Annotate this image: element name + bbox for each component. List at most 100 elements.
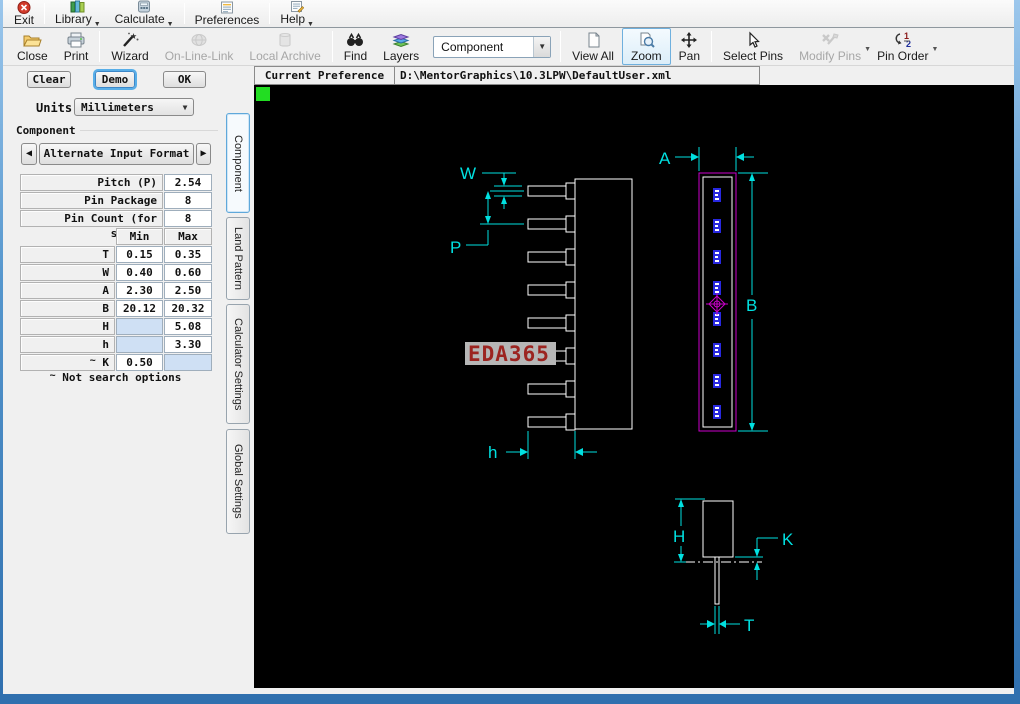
page-icon [584,30,602,49]
layers-button[interactable]: Layers [375,28,427,65]
zoom-button[interactable]: Zoom [621,28,671,65]
units-label: Units [36,101,73,115]
units-dropdown-value: Millimeters [81,100,154,114]
dimension-b: B [738,172,768,432]
dimension-p: P [450,191,524,257]
local-archive-button: Local Archive [241,28,328,65]
dimension-w: W [460,164,524,209]
menu-library-label: Library ▼ [55,11,101,28]
param-a-min[interactable]: 2.30 [116,282,163,299]
param-label-pin-package: Pin Package [20,192,163,209]
param-b-min[interactable]: 20.12 [116,300,163,317]
magic-wand-icon [120,30,140,49]
dim-label-h-lower: h [488,443,497,462]
dimension-t: T [700,606,754,635]
parameter-panel: Clear Demo OK Units Millimeters ▼ Compon… [3,66,222,693]
menu-preferences[interactable]: Preferences [188,0,267,27]
dimension-k: K [735,530,794,580]
menu-separator [183,3,185,24]
param-t-max[interactable]: 0.35 [164,246,212,263]
dimension-h-upper: H [673,498,705,563]
zoom-icon [637,30,656,49]
menu-bar: Exit Library ▼ Calculate ▼ Preferences H… [3,0,1014,28]
modify-pins-button: Modify Pins ▼ [791,28,871,65]
tab-calculator-settings[interactable]: Calculator Settings [226,304,250,424]
component-group-border [69,130,218,131]
units-dropdown[interactable]: Millimeters ▼ [74,98,194,116]
eda365-watermark: EDA365 [465,342,556,366]
component-group-label: Component [16,124,80,137]
cursor-icon [745,30,761,49]
menu-exit[interactable]: Exit [7,0,41,27]
pan-button[interactable]: Pan [671,28,708,65]
mode-combobox-value: Component [441,39,504,54]
param-w-min[interactable]: 0.40 [116,264,163,281]
layers-icon [390,30,412,49]
param-h-lower-max[interactable]: 3.30 [164,336,212,353]
param-label-h-upper: H [20,318,115,335]
param-value-pitch[interactable]: 2.54 [164,174,212,191]
dim-label-t: T [744,616,754,635]
prev-format-button[interactable]: ◀ [21,143,37,165]
alternate-input-format-button[interactable]: Alternate Input Format [39,143,194,165]
param-value-pin-count[interactable]: 8 [164,210,212,227]
tab-land-pattern[interactable]: Land Pattern [226,217,250,300]
menu-calculate[interactable]: Calculate ▼ [108,0,181,28]
param-k-max[interactable] [164,354,212,371]
side-view-pins [527,182,576,431]
chevron-down-icon: ▼ [93,20,101,28]
pin-order-button[interactable]: 12 Pin Order ▼ [869,28,938,65]
chevron-down-icon: ▼ [307,20,314,28]
close-button[interactable]: Close [9,28,56,65]
ok-button[interactable]: OK [163,71,206,88]
dim-label-h-upper: H [673,527,685,546]
side-view-figure: W P h EDA365 [450,164,633,462]
demo-button[interactable]: Demo [95,71,135,88]
param-a-max[interactable]: 2.50 [164,282,212,299]
top-view-figure: A B [659,147,768,432]
param-k-min[interactable]: 0.50 [116,354,163,371]
search-options-footnote: ~ Not search options [49,370,182,384]
menu-help[interactable]: Help ▼ [273,0,321,28]
drawing-canvas[interactable]: W P h EDA365 A B H K T [254,85,1014,688]
param-b-max[interactable]: 20.32 [164,300,212,317]
dimension-h-lower: h [488,431,597,462]
max-column-header: Max [164,228,212,245]
exit-icon [17,0,31,14]
canvas-area: Current Preference D:\MentorGraphics\10.… [254,66,1014,693]
print-button[interactable]: Print [56,28,97,65]
menu-separator [44,3,46,24]
tab-component[interactable]: Component [226,113,250,213]
param-w-max[interactable]: 0.60 [164,264,212,281]
window-frame: Exit Library ▼ Calculate ▼ Preferences H… [0,0,1020,704]
tab-global-settings[interactable]: Global Settings [226,429,250,534]
pin-detail-figure: H K T [673,498,794,635]
param-label-pitch: Pitch (P) [20,174,163,191]
next-format-button[interactable]: ▶ [196,143,211,165]
canvas-origin-marker [256,87,270,101]
current-preference-label: Current Preference [254,66,395,85]
menu-exit-label: Exit [14,12,35,27]
view-all-button[interactable]: View All [564,28,622,65]
toolbar: Close Print Wizard On-Line-Link Local Ar… [3,28,1014,66]
preferences-icon [220,1,234,14]
component-drawing: W P h EDA365 A B H K T [256,87,794,635]
toolbar-separator [560,31,562,62]
find-button[interactable]: Find [336,28,375,65]
dimension-a: A [659,147,754,171]
clear-button[interactable]: Clear [27,71,71,88]
wizard-button[interactable]: Wizard [103,28,156,65]
param-h-upper-max[interactable]: 5.08 [164,318,212,335]
chevron-down-icon[interactable]: ▼ [533,36,551,57]
param-value-pin-package[interactable]: 8 [164,192,212,209]
mode-combobox[interactable]: Component ▼ [433,35,552,58]
param-t-min[interactable]: 0.15 [116,246,163,263]
menu-library[interactable]: Library ▼ [48,0,108,28]
dim-label-a: A [659,149,671,168]
database-icon [275,30,295,49]
toolbar-separator [331,31,333,62]
select-pins-button[interactable]: Select Pins [715,28,791,65]
param-label-t: T [20,246,115,263]
param-h-lower-min[interactable] [116,336,163,353]
param-h-upper-min[interactable] [116,318,163,335]
